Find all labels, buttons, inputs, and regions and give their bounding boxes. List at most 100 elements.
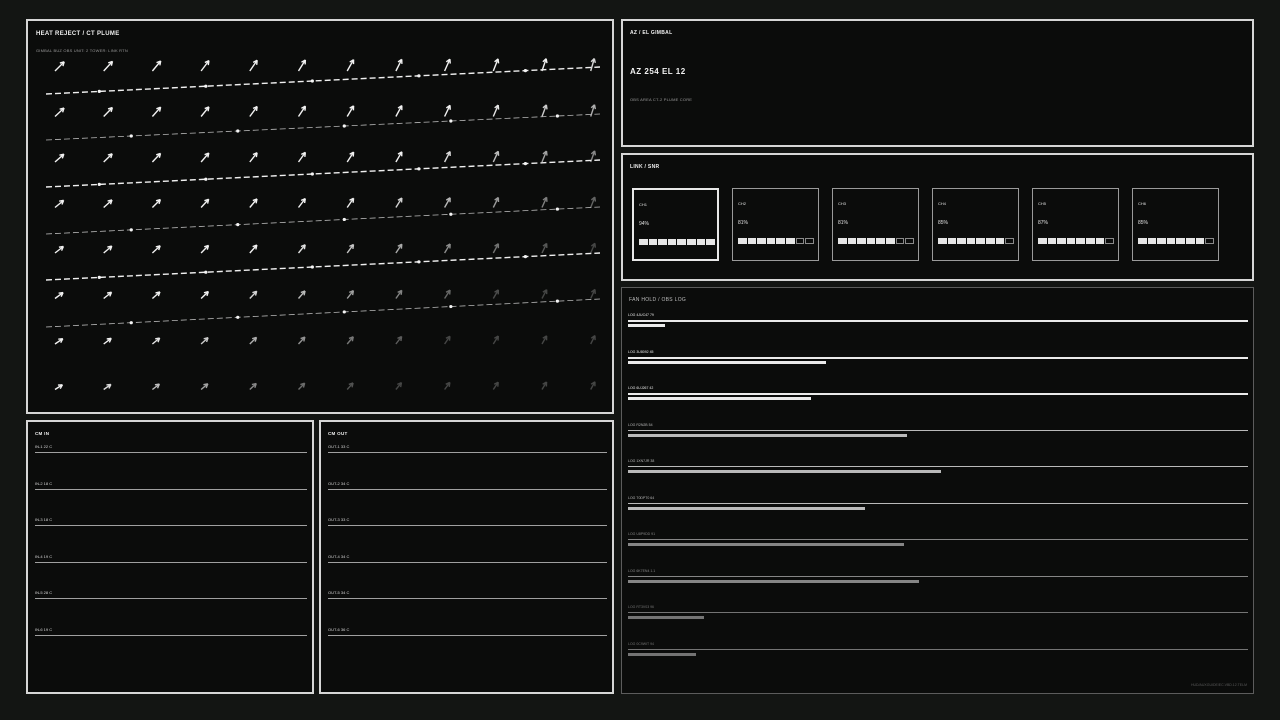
flow-arrow: [103, 106, 114, 117]
level-segment: [1166, 238, 1176, 244]
flow-arrow: [103, 199, 113, 209]
streamline-marker: [97, 182, 101, 187]
streamline-marker: [310, 79, 314, 83]
flow-arrow: [151, 245, 161, 254]
log-label: LOG 3U8092 45: [628, 349, 654, 354]
channel-label: CH1: [639, 202, 648, 207]
flow-arrow: [54, 61, 65, 72]
flow-arrow: [395, 105, 403, 117]
channel-label: CH5: [1038, 201, 1047, 206]
plume-streamline: [45, 66, 601, 95]
flow-arrow: [54, 384, 64, 391]
channel-card-5[interactable]: CH5 87%: [1032, 188, 1119, 261]
log-bar: [628, 397, 811, 400]
streamline-marker: [342, 124, 346, 128]
log-bar: [628, 324, 666, 327]
flow-arrow: [395, 58, 403, 72]
log-rule: [628, 320, 1248, 322]
flow-arrow: [492, 150, 500, 163]
flow-arrow: [444, 243, 451, 254]
channel-value: 81%: [838, 220, 849, 226]
flow-arrow: [297, 105, 307, 117]
flow-arrow: [200, 59, 210, 72]
channel-label: CH3: [838, 201, 847, 206]
channel-level-meter: [838, 238, 914, 244]
channel-value: 94%: [639, 221, 650, 227]
level-segment: [938, 238, 947, 244]
level-segment: [957, 238, 966, 244]
log-rule: [628, 575, 1248, 577]
flow-arrow: [151, 291, 161, 300]
cm-row-label: OUT-2 34 C: [328, 480, 350, 486]
cm-row-label: OUT-4 34 C: [328, 553, 350, 559]
flow-arrow: [103, 245, 113, 254]
link-title: LINK / SNR: [630, 164, 660, 170]
streamline-marker: [204, 270, 208, 274]
flow-arrow: [395, 289, 403, 299]
cm-row-rule: [328, 561, 607, 563]
flow-arrow: [395, 151, 403, 163]
flow-arrow: [54, 291, 64, 300]
flow-arrow: [297, 290, 306, 299]
flow-arrow: [444, 335, 451, 345]
flow-arrow: [151, 337, 161, 345]
channel-card-2[interactable]: CH2 81%: [732, 188, 819, 261]
level-segment: [905, 238, 914, 244]
flow-arrow: [200, 106, 210, 117]
streamline-marker: [97, 89, 101, 94]
log-label: LOG U8P9DD 91: [628, 532, 656, 536]
flow-arrow: [346, 197, 355, 208]
flow-arrow: [297, 336, 306, 345]
flow-arrow: [346, 289, 355, 299]
log-rule: [628, 648, 1248, 650]
level-segment: [995, 238, 1005, 244]
flow-arrow: [151, 383, 161, 391]
level-segment: [985, 238, 995, 244]
flow-arrow: [395, 382, 403, 390]
streamline-marker: [417, 260, 421, 264]
log-label: LOG R2N2B 54: [628, 422, 653, 427]
streamline-marker: [449, 212, 453, 216]
flow-arrow: [541, 196, 548, 208]
plume-streamline: [45, 252, 601, 281]
flow-arrow: [297, 59, 307, 72]
channel-card-1[interactable]: CH1 94%: [632, 188, 719, 261]
channel-card-4[interactable]: CH4 85%: [932, 188, 1019, 261]
streamline-marker: [236, 315, 240, 319]
level-segment: [1185, 238, 1195, 244]
flow-arrow: [346, 105, 355, 117]
streamline-marker: [310, 172, 314, 176]
streamline-marker: [523, 162, 528, 166]
log-bar: [628, 470, 942, 473]
level-segment: [1085, 238, 1095, 244]
flow-arrow: [151, 106, 162, 117]
flow-arrow: [54, 107, 65, 118]
flow-arrow: [443, 104, 451, 117]
level-segment: [1195, 238, 1205, 244]
channel-level-meter: [639, 239, 715, 245]
fan-footer: HUD/AUXGUIDE/EC.VBD.12.TELM: [1190, 683, 1247, 687]
cm-row-rule: [35, 635, 307, 636]
flow-arrow: [54, 245, 65, 254]
cm-row-rule: [328, 452, 607, 453]
level-segment: [966, 238, 976, 244]
plume-panel: HEAT REJECT / CT PLUME GIMBAL BUZ OBS UN…: [26, 19, 614, 414]
level-segment: [1005, 238, 1014, 244]
channel-label: CH4: [938, 201, 947, 206]
cm-row-rule: [328, 635, 607, 636]
streamline-marker: [555, 114, 559, 118]
level-segment: [776, 238, 785, 244]
flow-arrow: [346, 336, 354, 345]
level-segment: [1105, 238, 1114, 244]
channel-card-3[interactable]: CH3 81%: [832, 188, 919, 261]
level-segment: [757, 238, 766, 244]
flow-arrow: [590, 58, 596, 72]
channel-card-6[interactable]: CH6 85%: [1132, 188, 1219, 261]
cm-row-rule: [35, 488, 307, 490]
log-label: LOG 4JUC47 79: [628, 313, 654, 317]
flow-arrow: [200, 198, 210, 208]
channel-value: 85%: [1138, 220, 1149, 226]
cm-row-label: IN-6 19 C: [35, 627, 53, 632]
streamline-marker: [236, 129, 240, 133]
level-segment: [976, 238, 985, 244]
